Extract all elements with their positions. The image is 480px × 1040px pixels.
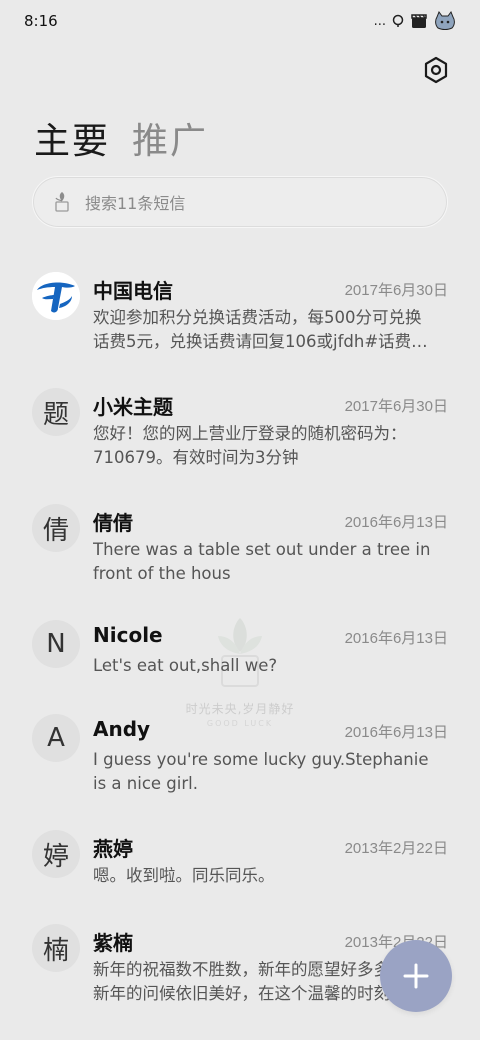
preview-line: 710679。有效时间为3分钟 [93, 448, 299, 467]
alarm-icon [392, 14, 404, 27]
cat-icon [435, 11, 455, 30]
status-time: 8:16 [24, 12, 58, 30]
conversation-item[interactable]: 中国电信 2017年6月30日 欢迎参加积分兑换话费活动，每500分可兑换 话费… [0, 262, 480, 372]
message-preview: There was a table set out under a tree i… [93, 538, 453, 586]
status-icons: ... [374, 11, 456, 31]
tab-bar: 主要 推广 [34, 112, 208, 164]
message-preview: 嗯。收到啦。同乐同乐。 [93, 864, 453, 888]
message-preview: 您好！您的网上营业厅登录的随机密码为： 710679。有效时间为3分钟 [93, 422, 453, 470]
avatar: A [32, 714, 80, 762]
contact-name: 紫楠 [93, 931, 133, 955]
plant-pot-icon [55, 192, 69, 212]
preview-line: 话费5元，兑换话费请回复106或jfdh#话费… [93, 332, 428, 351]
clapper-icon [411, 14, 427, 28]
message-preview: Let's eat out,shall we? [93, 654, 453, 678]
preview-line: 欢迎参加积分兑换话费活动，每500分可兑换 [93, 308, 422, 327]
message-preview: 欢迎参加积分兑换话费活动，每500分可兑换 话费5元，兑换话费请回复106或jf… [93, 306, 453, 354]
message-date: 2017年6月30日 [344, 398, 448, 415]
message-preview: I guess you're some lucky guy.Stephanie … [93, 748, 453, 796]
message-date: 2016年6月13日 [344, 514, 448, 531]
avatar: 倩 [32, 504, 80, 552]
message-date: 2013年2月22日 [344, 840, 448, 857]
preview-line: is a nice girl. [93, 774, 198, 793]
contact-name: 中国电信 [93, 279, 173, 303]
preview-line: I guess you're some lucky guy.Stephanie [93, 750, 429, 769]
plus-icon [403, 963, 429, 989]
search-placeholder: 搜索11条短信 [85, 194, 186, 213]
preview-line: 嗯。收到啦。同乐同乐。 [93, 866, 275, 885]
avatar: 楠 [32, 924, 80, 972]
avatar [32, 272, 80, 320]
preview-line: Let's eat out,shall we? [93, 656, 278, 675]
avatar: 题 [32, 388, 80, 436]
contact-name: 燕婷 [93, 837, 133, 861]
contact-name: Andy [93, 717, 151, 741]
contact-name: 倩倩 [93, 511, 133, 535]
preview-line: front of the hous [93, 564, 231, 583]
conversation-item[interactable]: A Andy 2016年6月13日 I guess you're some lu… [0, 704, 480, 814]
conversation-item[interactable]: 题 小米主题 2017年6月30日 您好！您的网上营业厅登录的随机密码为： 71… [0, 378, 480, 488]
tab-promotions[interactable]: 推广 [132, 112, 208, 164]
tab-primary[interactable]: 主要 [34, 112, 110, 164]
contact-name: Nicole [93, 623, 163, 647]
message-date: 2016年6月13日 [344, 724, 448, 741]
china-telecom-logo [32, 272, 80, 320]
avatar: N [32, 620, 80, 668]
settings-button[interactable] [420, 54, 452, 86]
hexagon-settings-icon [424, 56, 448, 84]
contact-name: 小米主题 [93, 395, 173, 419]
search-bar[interactable]: 搜索11条短信 [32, 176, 448, 228]
new-message-button[interactable] [380, 940, 452, 1012]
preview-line: There was a table set out under a tree i… [93, 540, 431, 559]
dots-icon: ... [373, 13, 386, 29]
status-bar: 8:16 ... [0, 0, 480, 42]
message-date: 2016年6月13日 [344, 630, 448, 647]
message-date: 2017年6月30日 [344, 282, 448, 299]
avatar: 婷 [32, 830, 80, 878]
preview-line: 您好！您的网上营业厅登录的随机密码为： [93, 424, 407, 443]
conversation-item[interactable]: 倩 倩倩 2016年6月13日 There was a table set ou… [0, 494, 480, 604]
